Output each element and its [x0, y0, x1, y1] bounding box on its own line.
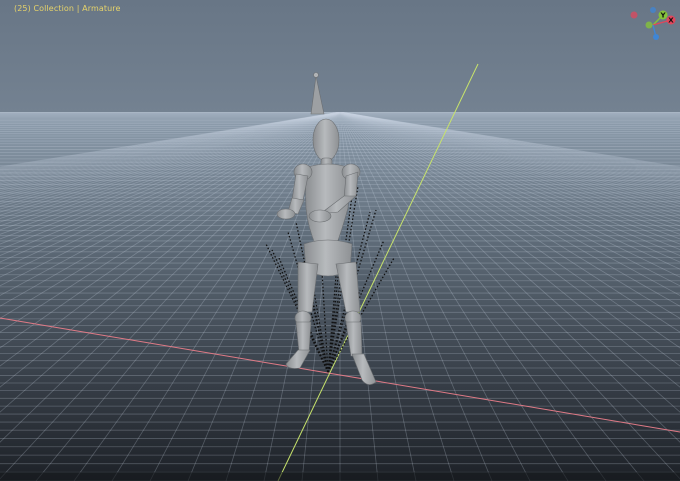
collection-name: Collection — [33, 4, 75, 13]
viewport-scene — [0, 0, 680, 481]
gizmo-x-label: X — [668, 17, 674, 25]
navigation-gizmo[interactable]: Y X — [616, 4, 676, 46]
info-separator: | — [76, 4, 80, 13]
active-object-name: Armature — [82, 4, 121, 13]
gizmo-neg-z-icon[interactable] — [650, 7, 656, 13]
gizmo-y-label: Y — [659, 12, 666, 20]
gizmo-neg-x-icon[interactable] — [630, 11, 638, 19]
gizmo-z-icon[interactable] — [653, 34, 659, 40]
gizmo-neg-y-icon[interactable] — [645, 21, 653, 29]
model-head — [312, 118, 340, 162]
frame-number: (25) — [14, 4, 31, 13]
model-left-hand — [276, 208, 296, 220]
3d-viewport[interactable]: (25) Collection | Armature Y X — [0, 0, 680, 481]
model-right-hand — [308, 209, 332, 223]
viewport-info-text: (25) Collection | Armature — [14, 4, 121, 13]
